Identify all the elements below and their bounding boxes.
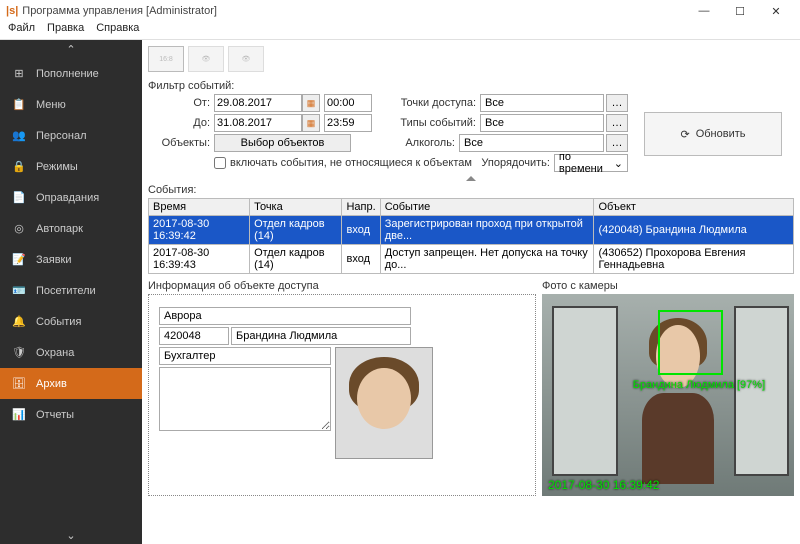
camera-title: Фото с камеры: [542, 280, 794, 292]
col-object[interactable]: Объект: [594, 199, 794, 216]
sidebar-icon: ⊞: [12, 67, 26, 80]
to-time-input[interactable]: [324, 114, 372, 132]
sidebar-item-2[interactable]: 👥 Персонал: [0, 120, 142, 151]
sidebar-icon: 📝: [12, 253, 26, 266]
from-date-picker-icon[interactable]: ▦: [302, 94, 320, 112]
table-row[interactable]: 2017-08-30 16:39:43Отдел кадров (14)вход…: [149, 245, 794, 274]
sidebar-label: Автопарк: [36, 223, 83, 235]
sidebar-item-9[interactable]: 🛡 Охрана: [0, 337, 142, 368]
info-position[interactable]: [159, 347, 331, 365]
col-event[interactable]: Событие: [380, 199, 594, 216]
face-detection-box: [658, 310, 724, 375]
objects-label: Объекты:: [148, 137, 210, 149]
sidebar-icon: 📋: [12, 98, 26, 111]
minimize-button[interactable]: —: [686, 0, 722, 22]
window-title: Программа управления [Administrator]: [22, 5, 217, 17]
sidebar-label: Меню: [36, 99, 66, 111]
sidebar-icon: 📄: [12, 191, 26, 204]
sidebar-label: Режимы: [36, 161, 78, 173]
events-title: События:: [148, 184, 794, 196]
sidebar-item-10[interactable]: 🗄 Архив: [0, 368, 142, 399]
sidebar-label: Оправдания: [36, 192, 99, 204]
filter-title: Фильтр событий:: [148, 80, 794, 92]
sidebar-label: Заявки: [36, 254, 72, 266]
sidebar-icon: 🛡: [12, 346, 26, 359]
table-row[interactable]: 2017-08-30 16:39:42Отдел кадров (14)вход…: [149, 216, 794, 245]
sort-label: Упорядочить:: [472, 157, 550, 169]
info-id[interactable]: [159, 327, 229, 345]
sidebar-item-0[interactable]: ⊞ Пополнение: [0, 58, 142, 89]
to-date-picker-icon[interactable]: ▦: [302, 114, 320, 132]
access-points-label: Точки доступа:: [398, 97, 476, 109]
from-time-input[interactable]: [324, 94, 372, 112]
refresh-icon: ⟳: [680, 128, 689, 141]
alcohol-browse[interactable]: …: [606, 134, 628, 152]
sidebar-item-6[interactable]: 📝 Заявки: [0, 244, 142, 275]
info-title: Информация об объекте доступа: [148, 280, 536, 292]
sidebar-item-7[interactable]: 🪪 Посетители: [0, 275, 142, 306]
event-types-browse[interactable]: …: [606, 114, 628, 132]
sidebar-item-11[interactable]: 📊 Отчеты: [0, 399, 142, 430]
event-types-combo[interactable]: Все: [480, 114, 604, 132]
app-icon: |s|: [6, 5, 18, 17]
sidebar-item-5[interactable]: ◎ Автопарк: [0, 213, 142, 244]
sidebar-label: Пополнение: [36, 68, 99, 80]
camera-image: Брандина Людмила [97%] 2017-08-30 16:39:…: [542, 294, 794, 496]
col-time[interactable]: Время: [149, 199, 250, 216]
info-name[interactable]: [231, 327, 411, 345]
sidebar-icon: 👥: [12, 129, 26, 142]
from-date-input[interactable]: [214, 94, 302, 112]
col-point[interactable]: Точка: [250, 199, 342, 216]
sidebar-label: Охрана: [36, 347, 74, 359]
menu-edit[interactable]: Правка: [47, 22, 84, 39]
alcohol-label: Алкоголь:: [377, 137, 455, 149]
from-label: От:: [148, 97, 210, 109]
sidebar-icon: 📊: [12, 408, 26, 421]
sidebar-icon: 🪪: [12, 284, 26, 297]
menu-file[interactable]: Файл: [8, 22, 35, 39]
sidebar-icon: 🔔: [12, 315, 26, 328]
sidebar-item-1[interactable]: 📋 Меню: [0, 89, 142, 120]
thumbnail-3[interactable]: 👁: [228, 46, 264, 72]
info-company[interactable]: [159, 307, 411, 325]
sidebar-item-8[interactable]: 🔔 События: [0, 306, 142, 337]
sidebar-icon: 🔒: [12, 160, 26, 173]
thumbnail-1[interactable]: 16:8: [148, 46, 184, 72]
include-unrelated-checkbox[interactable]: включать события, не относящиеся к объек…: [214, 157, 472, 169]
to-date-input[interactable]: [214, 114, 302, 132]
sidebar-scroll-down[interactable]: ⌄: [0, 526, 142, 544]
camera-timestamp: 2017-08-30 16:39:42: [548, 478, 659, 492]
menu-help[interactable]: Справка: [96, 22, 139, 39]
event-types-label: Типы событий:: [398, 117, 476, 129]
close-button[interactable]: ✕: [758, 0, 794, 22]
recognition-label: Брандина Людмила [97%]: [633, 379, 765, 391]
to-label: До:: [148, 117, 210, 129]
collapse-handle[interactable]: [466, 176, 476, 181]
events-table[interactable]: Время Точка Напр. Событие Объект 2017-08…: [148, 198, 794, 274]
sidebar-label: Архив: [36, 378, 67, 390]
sidebar-scroll-up[interactable]: ⌃: [0, 40, 142, 58]
alcohol-combo[interactable]: Все: [459, 134, 604, 152]
sidebar-label: Отчеты: [36, 409, 74, 421]
sidebar-label: Посетители: [36, 285, 96, 297]
sidebar-item-4[interactable]: 📄 Оправдания: [0, 182, 142, 213]
sidebar-item-3[interactable]: 🔒 Режимы: [0, 151, 142, 182]
sort-combo[interactable]: по времени⌄: [554, 154, 628, 172]
refresh-button[interactable]: ⟳ Обновить: [644, 112, 782, 156]
thumbnail-2[interactable]: 👁: [188, 46, 224, 72]
sidebar-icon: 🗄: [12, 377, 26, 390]
objects-button[interactable]: Выбор объектов: [214, 134, 351, 152]
access-points-browse[interactable]: …: [606, 94, 628, 112]
sidebar-label: События: [36, 316, 81, 328]
person-photo: [335, 347, 433, 459]
sidebar-icon: ◎: [12, 222, 26, 235]
maximize-button[interactable]: ☐: [722, 0, 758, 22]
sidebar-label: Персонал: [36, 130, 87, 142]
col-dir[interactable]: Напр.: [342, 199, 380, 216]
info-notes[interactable]: [159, 367, 331, 431]
access-points-combo[interactable]: Все: [480, 94, 604, 112]
